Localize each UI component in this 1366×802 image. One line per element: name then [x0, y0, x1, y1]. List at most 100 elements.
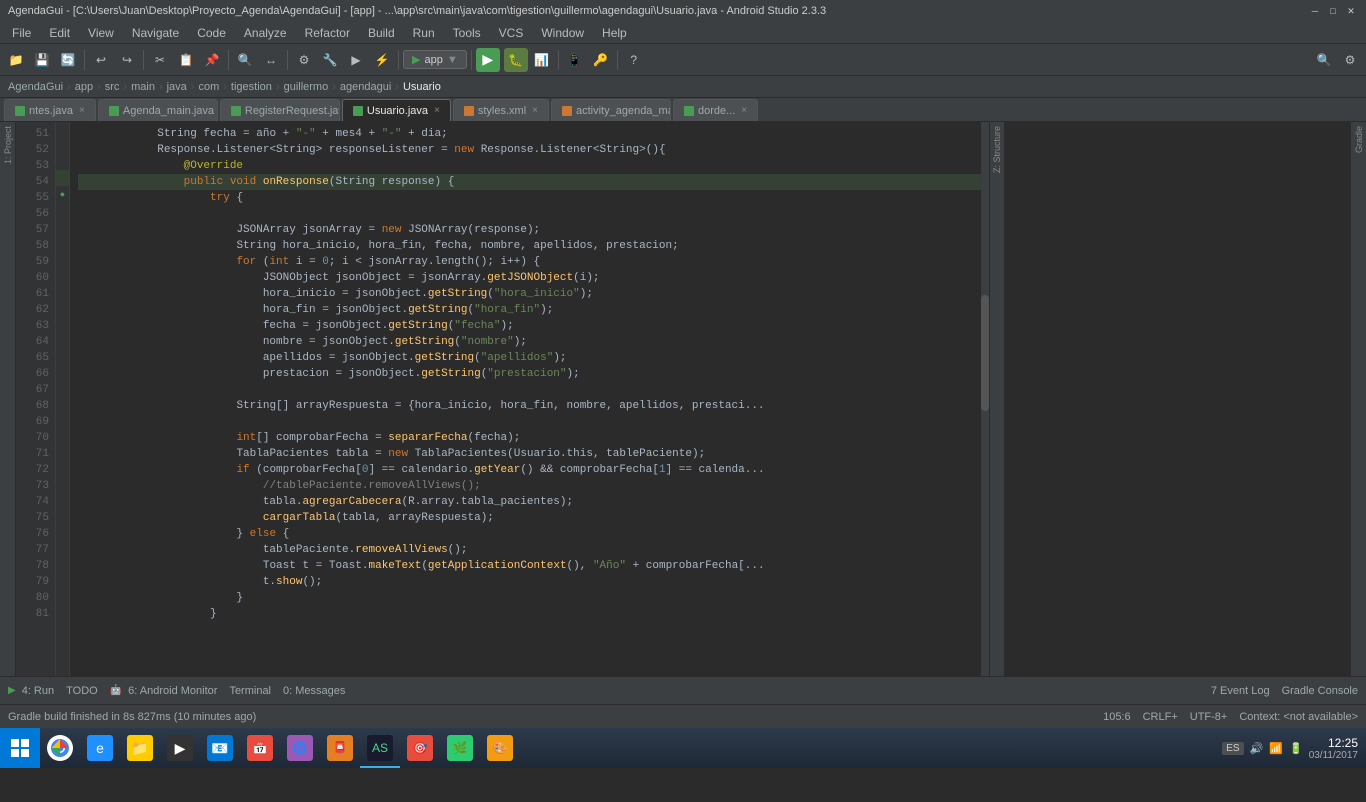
code-editor[interactable]: 5152535455 5657585960 6162636465 6667686… [16, 122, 989, 700]
line-numbers: 5152535455 5657585960 6162636465 6667686… [16, 122, 56, 700]
bc-agendagui2[interactable]: agendagui [340, 81, 391, 93]
taskbar-explorer[interactable]: 📁 [120, 728, 160, 768]
minimize-button[interactable]: ─ [1308, 4, 1322, 18]
run-tool[interactable]: ▶ 4: Run [8, 685, 54, 697]
toolbar-btn-2[interactable]: 💾 [30, 48, 54, 72]
bc-agendagui[interactable]: AgendaGui [8, 81, 63, 93]
toolbar-search[interactable]: 🔍 [1312, 48, 1336, 72]
tab-close-ntes[interactable]: × [79, 105, 85, 116]
taskbar-media[interactable]: ▶ [160, 728, 200, 768]
tab-ntes[interactable]: ntes.java × [4, 99, 96, 121]
bc-src[interactable]: src [105, 81, 120, 93]
toolbar-btn-sdk[interactable]: 🔑 [589, 48, 613, 72]
network-tray-icon[interactable]: 📶 [1269, 742, 1283, 755]
toolbar-btn-copy[interactable]: 📋 [174, 48, 198, 72]
toolbar-btn-cut[interactable]: ✂ [148, 48, 172, 72]
toolbar-btn-avd[interactable]: 📱 [563, 48, 587, 72]
toolbar-btn-sync[interactable]: 🔄 [56, 48, 80, 72]
toolbar-btn-1[interactable]: 📁 [4, 48, 28, 72]
maximize-button[interactable]: □ [1326, 4, 1340, 18]
menu-window[interactable]: Window [533, 24, 592, 42]
tab-styles[interactable]: styles.xml × [453, 99, 549, 121]
menu-vcs[interactable]: VCS [491, 24, 532, 42]
messages-tool[interactable]: 0: Messages [283, 685, 345, 697]
menu-navigate[interactable]: Navigate [124, 24, 187, 42]
toolbar: 📁 💾 🔄 ↩ ↪ ✂ 📋 📌 🔍 ↔ ⚙ 🔧 ▶ ⚡ ▶ app ▼ ▶ 🐛 … [0, 44, 1366, 76]
taskbar-outlook[interactable]: 📧 [200, 728, 240, 768]
taskbar-app1[interactable]: 🌀 [280, 728, 320, 768]
android-monitor-tool[interactable]: 🤖 6: Android Monitor [110, 685, 218, 697]
toolbar-btn-7[interactable]: ▶ [344, 48, 368, 72]
tab-activity[interactable]: activity_agenda_main.xml × [551, 99, 671, 121]
battery-tray-icon[interactable]: 🔋 [1289, 742, 1303, 755]
bc-guillermo[interactable]: guillermo [284, 81, 329, 93]
gradle-console-link[interactable]: Gradle Console [1282, 685, 1358, 697]
close-button[interactable]: ✕ [1344, 4, 1358, 18]
toolbar-btn-redo[interactable]: ↪ [115, 48, 139, 72]
event-log-link[interactable]: 7 Event Log [1211, 685, 1270, 697]
menu-file[interactable]: File [4, 24, 39, 42]
tab-close-styles[interactable]: × [532, 105, 538, 116]
menu-tools[interactable]: Tools [445, 24, 489, 42]
tab-register[interactable]: RegisterRequest.java × [220, 99, 340, 121]
build-status-msg: Gradle build finished in 8s 827ms (10 mi… [8, 711, 256, 723]
menu-code[interactable]: Code [189, 24, 234, 42]
tab-agenda-main[interactable]: Agenda_main.java × [98, 99, 218, 121]
project-panel-label[interactable]: 1: Project [3, 122, 13, 168]
bc-java[interactable]: java [167, 81, 187, 93]
menu-analyze[interactable]: Analyze [236, 24, 295, 42]
scroll-thumb[interactable] [981, 295, 989, 411]
taskbar-calendar[interactable]: 📅 [240, 728, 280, 768]
scrollbar[interactable] [981, 122, 989, 700]
code-line-64: nombre = jsonObject.getString("nombre"); [78, 334, 981, 350]
bc-main[interactable]: main [131, 81, 155, 93]
code-line-71: TablaPacientes tabla = new TablaPaciente… [78, 446, 981, 462]
menu-edit[interactable]: Edit [41, 24, 78, 42]
toolbar-btn-help[interactable]: ? [622, 48, 646, 72]
profile-button[interactable]: 📊 [530, 48, 554, 72]
code-content[interactable]: String fecha = año + "-" + mes4 + "-" + … [70, 122, 989, 700]
toolbar-btn-6[interactable]: 🔧 [318, 48, 342, 72]
taskbar-app5[interactable]: 🎨 [480, 728, 520, 768]
toolbar-btn-5[interactable]: ⚙ [292, 48, 316, 72]
encoding-label: UTF-8+ [1190, 711, 1228, 723]
structure-label[interactable]: Z: Structure [992, 122, 1002, 177]
lang-indicator[interactable]: ES [1222, 742, 1243, 755]
code-line-56 [78, 206, 981, 222]
bc-app[interactable]: app [75, 81, 93, 93]
run-button[interactable]: ▶ [476, 48, 500, 72]
gradle-label[interactable]: Gradle [1354, 122, 1364, 157]
bc-usuario[interactable]: Usuario [403, 81, 441, 93]
toolbar-settings[interactable]: ⚙ [1338, 48, 1362, 72]
tab-usuario[interactable]: Usuario.java × [342, 99, 451, 121]
menu-refactor[interactable]: Refactor [297, 24, 358, 42]
tab-dorde[interactable]: dorde... × [673, 99, 758, 121]
tab-close-dorde[interactable]: × [741, 105, 747, 116]
bc-com[interactable]: com [198, 81, 219, 93]
volume-tray-icon[interactable]: 🔊 [1250, 742, 1264, 755]
tab-close-usuario[interactable]: × [434, 105, 440, 116]
toolbar-btn-paste[interactable]: 📌 [200, 48, 224, 72]
bc-tigestion[interactable]: tigestion [231, 81, 272, 93]
taskbar-app4[interactable]: 🌿 [440, 728, 480, 768]
toolbar-btn-8[interactable]: ⚡ [370, 48, 394, 72]
taskbar-android-studio[interactable]: AS [360, 728, 400, 768]
app-selector[interactable]: ▶ app ▼ [403, 50, 467, 69]
toolbar-btn-undo[interactable]: ↩ [89, 48, 113, 72]
taskbar-chrome[interactable] [40, 728, 80, 768]
taskbar-app2[interactable]: 📮 [320, 728, 360, 768]
taskbar-ie[interactable]: e [80, 728, 120, 768]
code-line-67 [78, 382, 981, 398]
toolbar-btn-replace[interactable]: ↔ [259, 48, 283, 72]
todo-tool[interactable]: TODO [66, 685, 98, 697]
start-button[interactable] [0, 728, 40, 768]
system-clock[interactable]: 12:25 03/11/2017 [1309, 736, 1358, 761]
debug-button[interactable]: 🐛 [504, 48, 528, 72]
terminal-tool[interactable]: Terminal [229, 685, 271, 697]
menu-help[interactable]: Help [594, 24, 635, 42]
toolbar-btn-search[interactable]: 🔍 [233, 48, 257, 72]
menu-run[interactable]: Run [405, 24, 443, 42]
taskbar-app3[interactable]: 🎯 [400, 728, 440, 768]
menu-view[interactable]: View [80, 24, 122, 42]
menu-build[interactable]: Build [360, 24, 403, 42]
